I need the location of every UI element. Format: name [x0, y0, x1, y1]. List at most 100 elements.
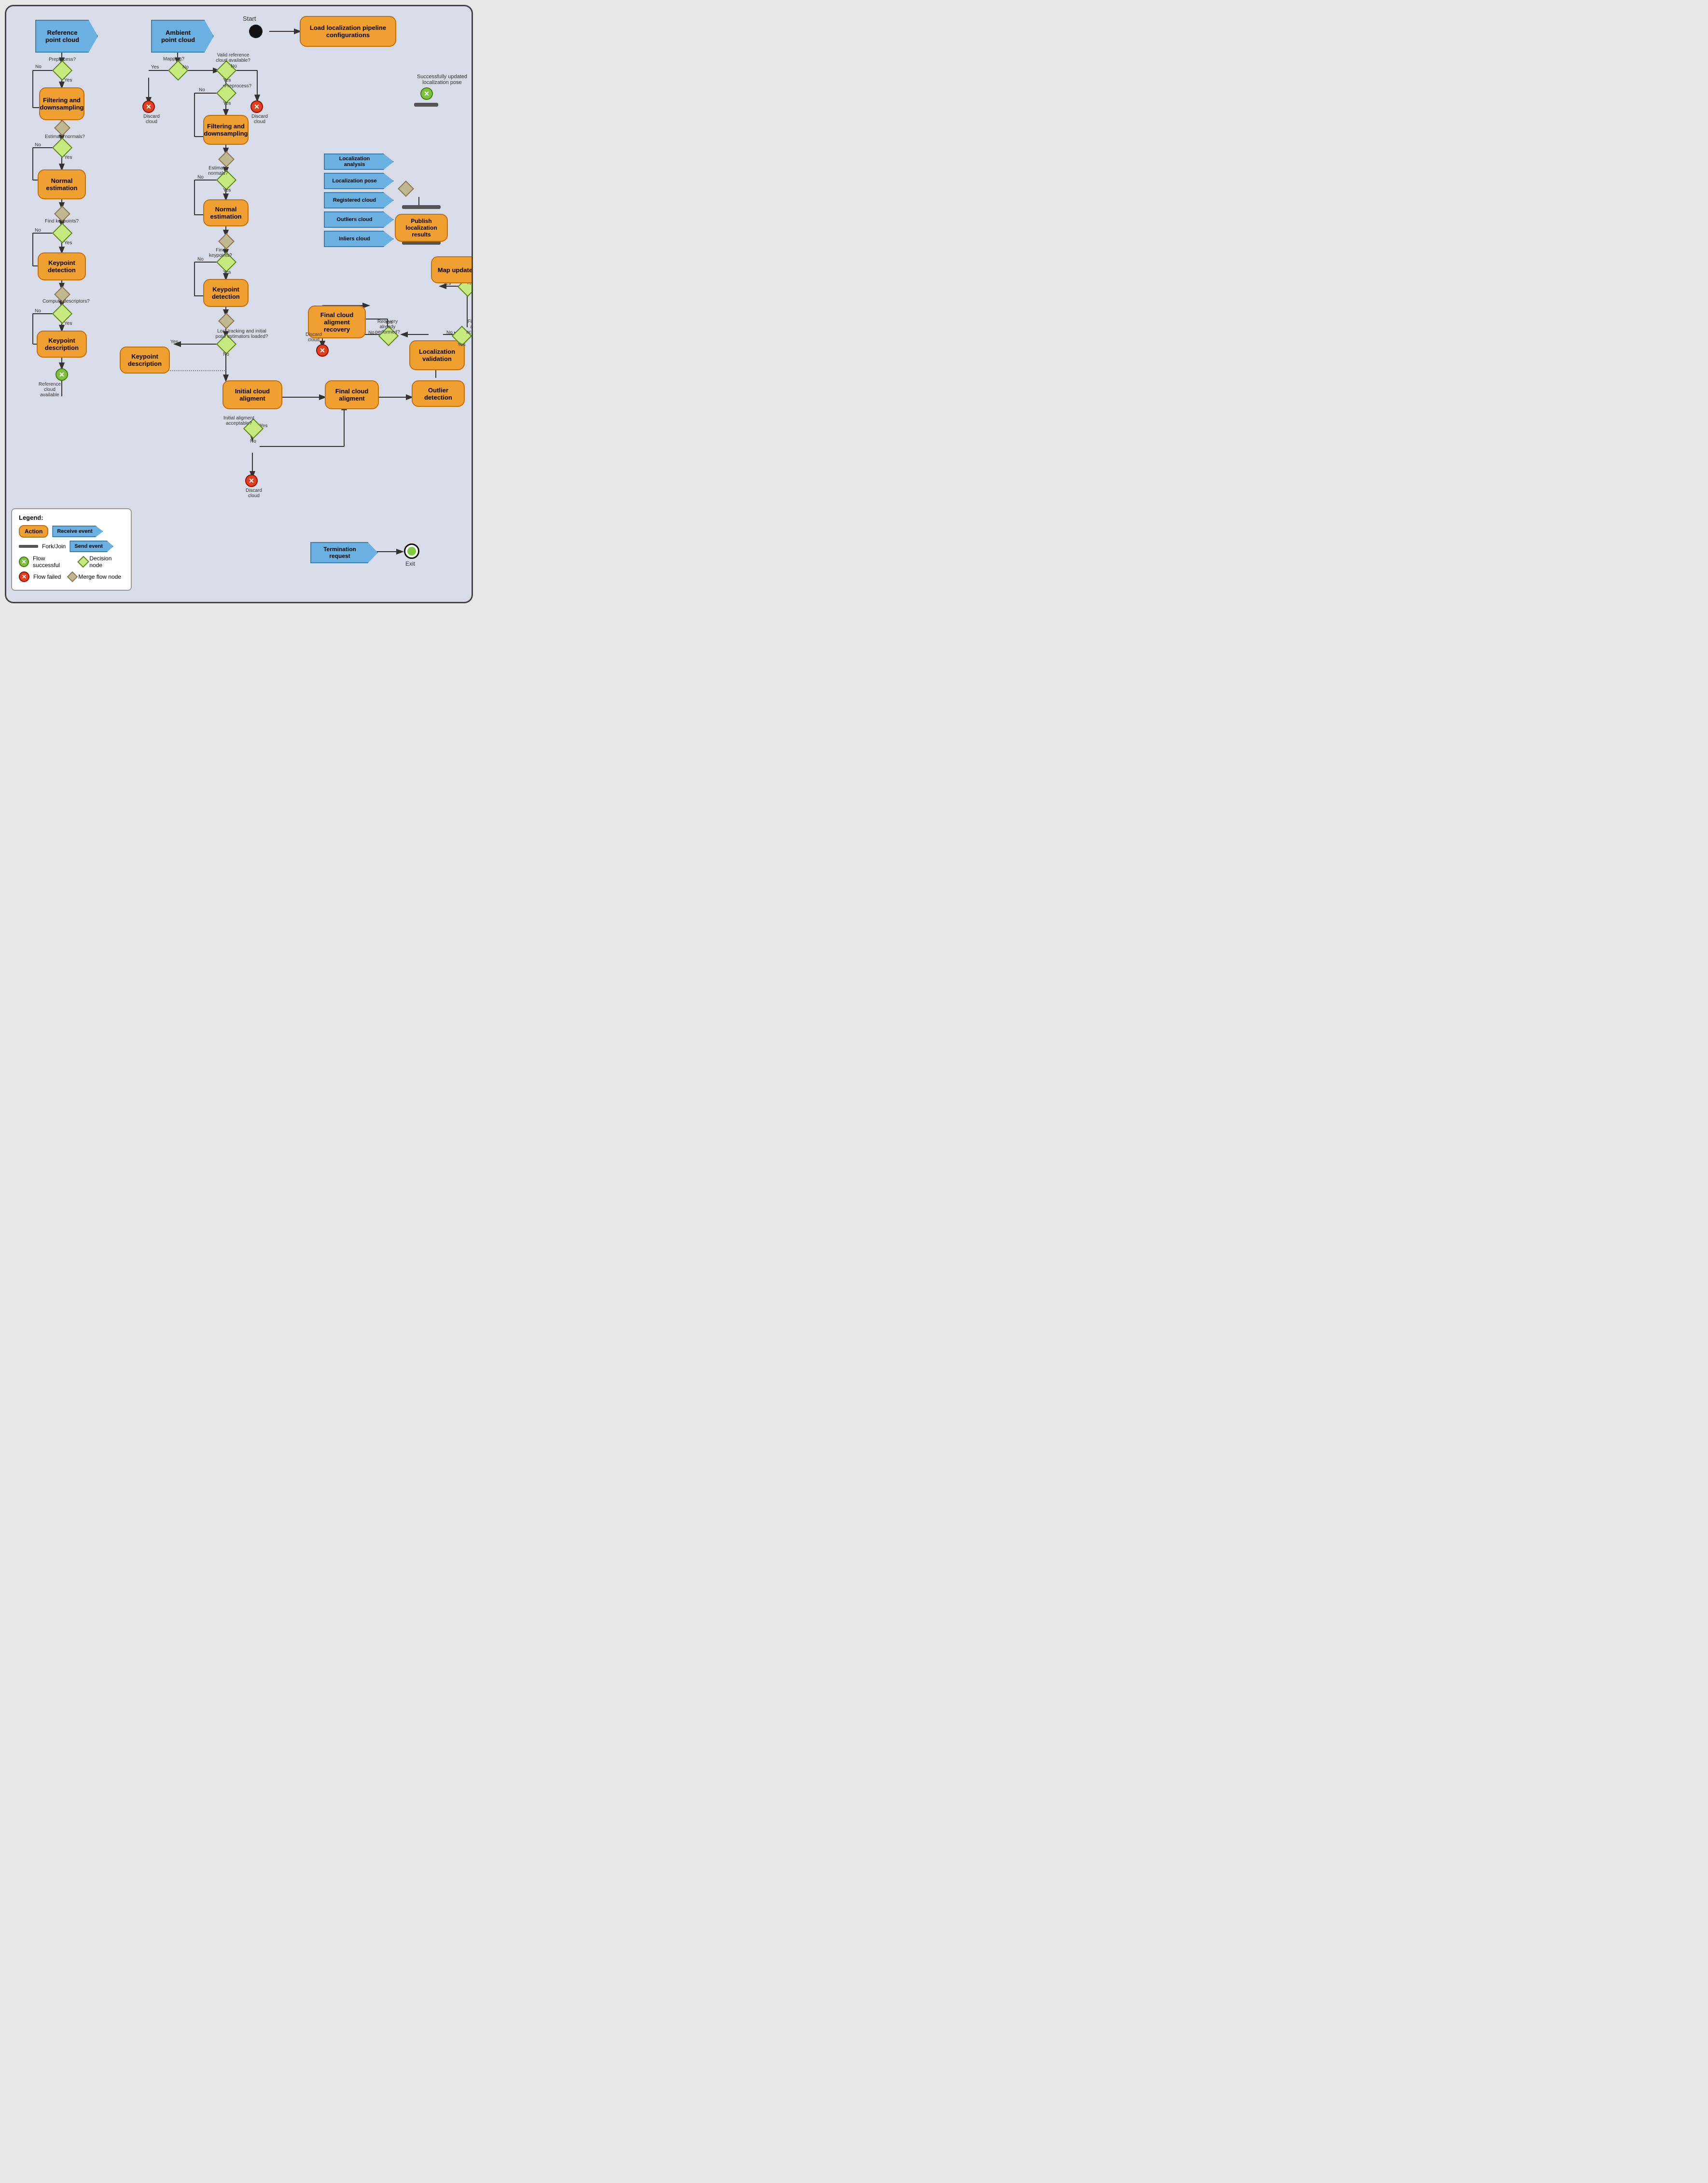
- ia-yes: Yes: [260, 423, 267, 429]
- outliers-cloud-event: Outliers cloud: [324, 211, 394, 228]
- outlier-detection: Outlier detection: [412, 380, 465, 407]
- no-label-1: No: [35, 64, 42, 70]
- legend-flow-fail-label: Flow failed: [33, 573, 61, 580]
- normal-est-1: Normal estimation: [38, 169, 86, 199]
- legend-flow-success-label: Flow successful: [33, 555, 71, 569]
- legend-receive-node: Receive event: [52, 526, 103, 537]
- keypoint-desc-1: Keypoint description: [37, 331, 87, 358]
- lost-tracking-label: Lost tracking and initialpose estimators…: [198, 329, 285, 339]
- yes-keypoints-1: Yes: [64, 240, 72, 246]
- discard-label-2: Discardcloud: [139, 114, 164, 125]
- start-label: Start: [243, 15, 256, 22]
- rec-yes: Yes: [385, 320, 392, 325]
- fa-yes: Yes: [458, 342, 465, 348]
- no-desc-1: No: [35, 308, 41, 314]
- legend-send-node: Send event: [69, 541, 113, 552]
- no-keypoints-1: No: [35, 228, 41, 233]
- est-normals-label-2: Estimatenormals?: [208, 166, 228, 176]
- map-update: Map update: [431, 256, 473, 283]
- legend-decision-label: Decision node: [89, 555, 124, 569]
- discard-label-3: Discardcloud: [242, 488, 266, 499]
- legend-fail-row: ✕ Flow failed Merge flow node: [19, 571, 124, 582]
- estimate-normals-label-1: Estimate normals?: [45, 134, 85, 139]
- discard-fail-1: ✕: [250, 100, 263, 113]
- legend-success-row: ✕ Flow successful Decision node: [19, 555, 124, 569]
- success-updated-label: Successfully updatedlocalization pose: [411, 74, 473, 85]
- updated-pose-success: ✕: [420, 87, 433, 100]
- fk2-no: No: [197, 257, 204, 262]
- legend-title: Legend:: [19, 514, 124, 521]
- preprocess-label-1: Preprocess?: [49, 57, 76, 62]
- fork-bar-pose: [414, 103, 438, 107]
- legend-action-row: Action Receive event: [19, 525, 124, 538]
- fork-bar-top: [402, 205, 441, 209]
- preprocess-label-2: Preprocess?: [224, 83, 251, 89]
- pre2-yes: Yes: [223, 101, 231, 106]
- inliers-cloud-event: Inliers cloud: [324, 231, 394, 247]
- normal-est-2: Normal estimation: [203, 199, 249, 226]
- ref-cloud-avail-label: Referencecloudavailable: [30, 382, 69, 398]
- diagram-container: Start Load localization pipeline configu…: [5, 5, 473, 603]
- yes-desc-1: Yes: [64, 321, 72, 326]
- merge-4: [218, 151, 235, 167]
- valid-no: No: [231, 64, 237, 69]
- keypoint-desc-2: Keypoint description: [120, 347, 170, 374]
- find-keypoints-label-1: Find keypoints?: [45, 219, 79, 224]
- legend-merge-label: Merge flow node: [78, 573, 121, 580]
- fk2-yes: Yes: [223, 270, 231, 275]
- legend-merge-icon: [67, 571, 78, 583]
- yes-label-1: Yes: [64, 78, 72, 83]
- en2-no: No: [197, 175, 204, 180]
- ref-cloud-success: ✕: [56, 368, 68, 381]
- fa-no: No: [446, 330, 453, 335]
- legend-fork-bar: [19, 545, 38, 548]
- compute-desc-label: Compute descriptors?: [42, 299, 90, 304]
- exit-inner: [407, 547, 416, 556]
- discard-fail-4: ✕: [316, 344, 329, 357]
- en2-yes: Yes: [223, 188, 231, 193]
- filtering-2: Filtering and downsampling: [203, 115, 249, 145]
- lt-no: No: [223, 352, 229, 357]
- valid-cloud-label: Valid referencecloud available?: [214, 53, 252, 63]
- discard-fail-2: ✕: [142, 100, 155, 113]
- final-alignment: Final cloud aligment: [325, 380, 379, 409]
- legend-box: Legend: Action Receive event Fork/Join S…: [11, 508, 132, 591]
- filtering-1: Filtering and downsampling: [39, 87, 84, 120]
- mapping-label: Mapping?: [163, 56, 184, 62]
- rec-no: No: [368, 330, 375, 335]
- legend-fork-row: Fork/Join Send event: [19, 541, 124, 552]
- loc-analysis-event: Localization analysis: [324, 153, 394, 170]
- ambient-cloud-node: Ambient point cloud: [151, 20, 214, 53]
- mapping-diamond: [168, 60, 188, 81]
- loc-pose-event: Localization pose: [324, 173, 394, 189]
- lt-yes: Yes: [170, 339, 178, 345]
- discard-label-1: Discardcloud: [248, 114, 272, 125]
- reference-cloud-node: Reference point cloud: [35, 20, 98, 53]
- pre2-no: No: [199, 87, 205, 93]
- merge-events: [398, 181, 414, 197]
- final-align-label: Final cloudaligmentacceptable?: [455, 319, 473, 335]
- registered-cloud-event: Registered cloud: [324, 192, 394, 209]
- keypoint-det-1: Keypoint detection: [38, 252, 86, 280]
- legend-action-node: Action: [19, 525, 48, 538]
- merge-6: [218, 313, 235, 329]
- merge-5: [218, 233, 235, 250]
- valid-yes: Yes: [223, 78, 231, 83]
- ia-no: No: [250, 439, 256, 444]
- mapping-no: No: [182, 65, 189, 70]
- initial-align-label: Initial aligmentacceptable?: [223, 416, 254, 426]
- termination-request: Termination request: [310, 542, 378, 563]
- yes-normals-1: Yes: [64, 155, 72, 160]
- loc-validation: Localization validation: [409, 340, 465, 370]
- exit-circle: [404, 543, 419, 559]
- mapping-yes: Yes: [151, 65, 159, 70]
- legend-fail-icon: ✕: [19, 571, 29, 582]
- exit-label: Exit: [405, 560, 415, 567]
- start-circle: [249, 25, 263, 38]
- keypoint-det-2: Keypoint detection: [203, 279, 249, 307]
- initial-alignment: Initial cloud aligment: [222, 380, 282, 409]
- legend-forkjoin-label: Fork/Join: [42, 543, 66, 550]
- merge-1: [54, 120, 70, 136]
- publish-results: Publish localization results: [395, 214, 448, 242]
- find-kp-label-2: Findkeypoints?: [209, 248, 232, 258]
